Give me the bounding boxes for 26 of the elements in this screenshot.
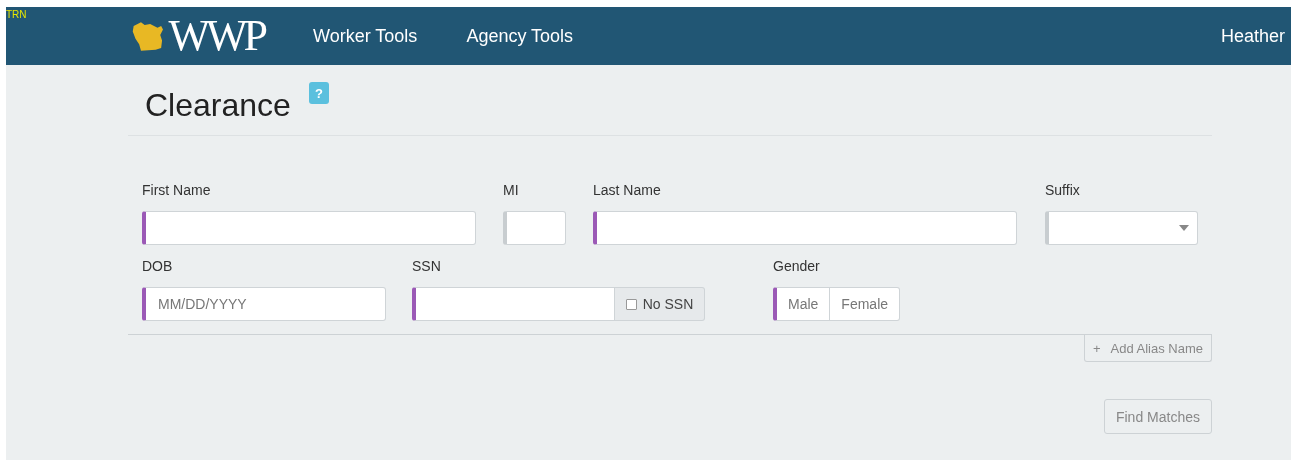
field-label: MI (503, 182, 520, 200)
nav-link[interactable]: Worker Tools (313, 25, 418, 47)
field-label: First Name (142, 182, 212, 200)
logo-text: WWP (168, 14, 264, 58)
checkbox[interactable] (625, 298, 637, 310)
field-label: Gender (773, 258, 821, 276)
select-field[interactable] (1045, 211, 1198, 245)
caret-icon (1179, 225, 1189, 231)
environment-label: TRN (6, 9, 27, 20)
text-field[interactable]: MM/DD/YYYY (142, 287, 386, 321)
toggle-option[interactable]: Female (829, 288, 899, 320)
checkbox-addon[interactable]: No SSN (615, 287, 705, 321)
text-field[interactable] (412, 287, 615, 321)
field-label: Suffix (1045, 182, 1081, 200)
add-alias-button[interactable]: + Add Alias Name (1083, 335, 1212, 362)
text-field[interactable] (503, 211, 566, 245)
field-label: SSN (412, 258, 442, 276)
user-name[interactable]: Heather (1220, 25, 1285, 47)
toggle-option[interactable]: Male (777, 288, 830, 320)
field-label: Last Name (593, 182, 662, 200)
text-field[interactable] (142, 211, 476, 245)
nav-link[interactable]: Agency Tools (466, 25, 574, 47)
find-matches-button[interactable]: Find Matches (1103, 399, 1212, 434)
field-label: DOB (142, 258, 174, 276)
page-title: Clearance (145, 86, 291, 125)
text-field[interactable] (593, 211, 1017, 245)
